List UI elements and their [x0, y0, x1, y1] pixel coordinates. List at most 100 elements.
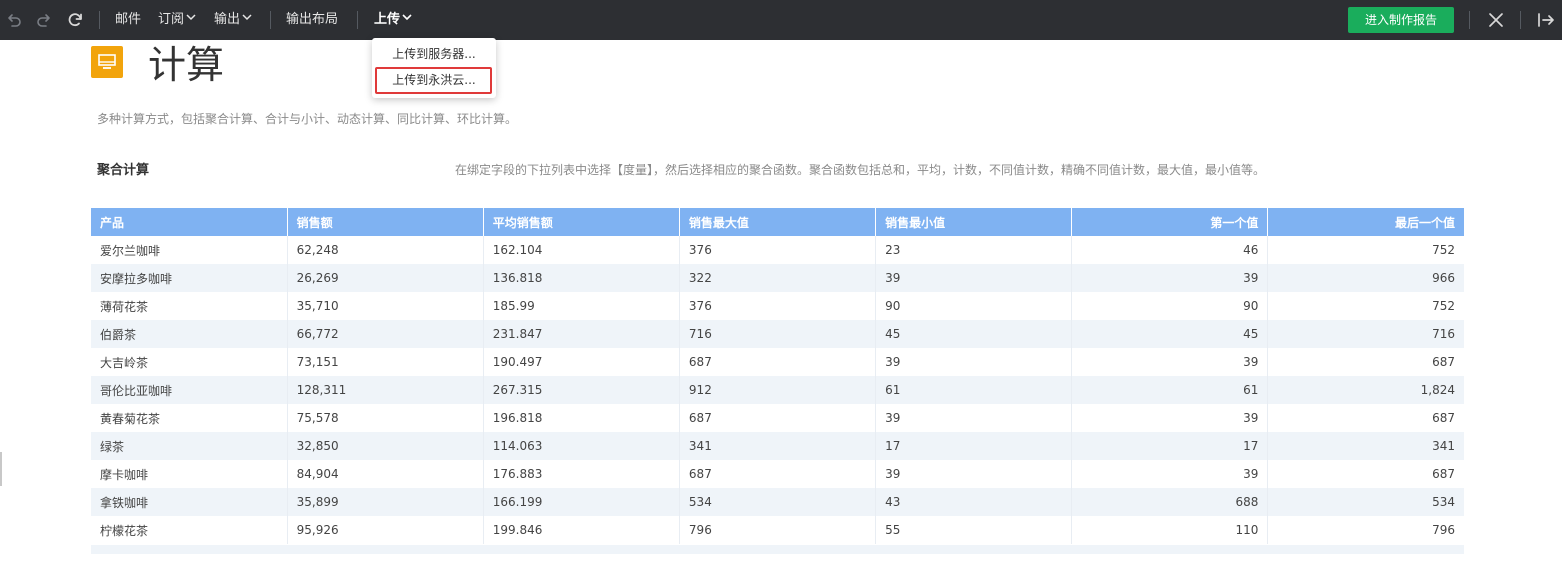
table-row[interactable]: 爱尔兰咖啡 62,248 162.104 376 23 46 752 — [91, 236, 1464, 264]
table-cell: 17 — [875, 432, 1073, 460]
table-cell: 687 — [679, 404, 877, 432]
table-cell: 912 — [679, 376, 877, 404]
table-cell: 39 — [1071, 404, 1269, 432]
table-row[interactable]: 黄春菊花茶 75,578 196.818 687 39 39 687 — [91, 404, 1464, 432]
table-row[interactable]: 安摩拉多咖啡 26,269 136.818 322 39 39 966 — [91, 264, 1464, 292]
table-cell: 716 — [679, 320, 877, 348]
table-row[interactable]: 摩卡咖啡 84,904 176.883 687 39 39 687 — [91, 460, 1464, 488]
table-cell: 190.497 — [483, 348, 680, 376]
table-cell: 45 — [875, 320, 1073, 348]
table-cell: 绿茶 — [91, 432, 288, 460]
table-cell: 55 — [875, 516, 1073, 544]
table-cell: 伯爵茶 — [91, 320, 288, 348]
page-description: 多种计算方式，包括聚合计算、合计与小计、动态计算、同比计算、环比计算。 — [97, 112, 518, 126]
column-header-max-sales[interactable]: 销售最大值 — [679, 208, 877, 236]
table-cell: 176.883 — [483, 460, 680, 488]
table-cell: 39 — [875, 460, 1073, 488]
table-cell: 341 — [1267, 432, 1464, 460]
export-menu-button[interactable]: 输出 — [214, 0, 252, 40]
table-cell: 61 — [875, 376, 1073, 404]
table-cell: 534 — [1267, 488, 1464, 516]
toolbar-divider — [1520, 11, 1521, 29]
column-header-sales[interactable]: 销售额 — [287, 208, 484, 236]
table-cell: 1,824 — [1267, 376, 1464, 404]
table-cell: 安摩拉多咖啡 — [91, 264, 288, 292]
mail-button[interactable]: 邮件 — [115, 0, 141, 40]
table-cell: 大吉岭茶 — [91, 348, 288, 376]
column-header-avg-sales[interactable]: 平均销售额 — [483, 208, 680, 236]
table-cell: 90 — [1071, 292, 1269, 320]
table-cell: 46 — [1071, 236, 1269, 264]
scroll-edge-marker — [0, 452, 2, 486]
column-header-min-sales[interactable]: 销售最小值 — [875, 208, 1073, 236]
table-row[interactable]: 哥伦比亚咖啡 128,311 267.315 912 61 61 1,824 — [91, 376, 1464, 404]
table-cell: 39 — [875, 348, 1073, 376]
table-cell: 23 — [875, 236, 1073, 264]
export-layout-button[interactable]: 输出布局 — [286, 0, 338, 40]
column-header-product[interactable]: 产品 — [91, 208, 288, 236]
column-header-last-value[interactable]: 最后一个值 — [1267, 208, 1464, 236]
upload-to-yonghong-cloud-item[interactable]: 上传到永洪云... — [372, 67, 496, 93]
table-footer-spacer — [91, 545, 1464, 554]
table-cell: 752 — [1432, 299, 1455, 313]
table-cell: 95,926 — [287, 516, 484, 544]
table-cell: 196.818 — [483, 404, 680, 432]
section-description: 在绑定字段的下拉列表中选择【度量】，然后选择相应的聚合函数。聚合函数包括总和，平… — [455, 163, 1266, 177]
table-cell: 39 — [875, 264, 1073, 292]
upload-menu-button[interactable]: 上传 — [374, 0, 412, 40]
table-cell: 爱尔兰咖啡 — [91, 236, 288, 264]
toolbar-divider — [270, 11, 271, 29]
close-icon[interactable] — [1486, 10, 1506, 30]
table-cell: 162.104 — [483, 236, 680, 264]
table-cell: 136.818 — [483, 264, 680, 292]
table-cell: 73,151 — [287, 348, 484, 376]
enter-report-button[interactable]: 进入制作报告 — [1348, 7, 1454, 33]
upload-to-server-item[interactable]: 上传到服务器... — [372, 41, 496, 67]
upload-label: 上传 — [374, 12, 401, 27]
section-title: 聚合计算 — [97, 163, 150, 178]
redo-icon[interactable] — [34, 10, 54, 30]
table-cell: 199.846 — [483, 516, 680, 544]
table-row[interactable]: 大吉岭茶 73,151 190.497 687 39 39 687 — [91, 348, 1464, 376]
table-cell: 376 — [679, 236, 877, 264]
table-cell: 66,772 — [287, 320, 484, 348]
table-cell: 185.99 — [483, 292, 680, 320]
table-cell: 45 — [1071, 320, 1269, 348]
table-cell: 90 — [875, 292, 1073, 320]
table-cell: 39 — [1071, 460, 1269, 488]
upload-dropdown-menu: 上传到服务器... 上传到永洪云... — [372, 38, 496, 98]
table-cell: 341 — [679, 432, 877, 460]
refresh-icon[interactable] — [65, 10, 85, 30]
table-cell: 柠檬花茶 — [91, 516, 288, 544]
table-cell: 黄春菊花茶 — [91, 404, 288, 432]
table-cell: 322 — [679, 264, 877, 292]
toolbar-divider — [1469, 11, 1470, 29]
table-row[interactable]: 绿茶 32,850 114.063 341 17 17 341 — [91, 432, 1464, 460]
table-cell: 752 — [1432, 243, 1455, 257]
table-cell: 716 — [1267, 320, 1464, 348]
table-cell: 61 — [1071, 376, 1269, 404]
subscribe-menu-button[interactable]: 订阅 — [158, 0, 196, 40]
table-cell: 62,248 — [287, 236, 484, 264]
table-cell: 哥伦比亚咖啡 — [91, 376, 288, 404]
table-row[interactable]: 拿铁咖啡 35,899 166.199 534 43 688 534 — [91, 488, 1464, 516]
table-row[interactable]: 薄荷花茶 35,710 185.99 376 90 90 752 — [91, 292, 1464, 320]
table-cell: 39 — [1071, 348, 1269, 376]
undo-icon[interactable] — [4, 10, 24, 30]
table-cell: 薄荷花茶 — [91, 292, 288, 320]
export-label: 输出 — [214, 12, 241, 27]
table-cell: 拿铁咖啡 — [91, 488, 288, 516]
chevron-down-icon — [186, 0, 196, 38]
table-header-row: 产品 销售额 平均销售额 销售最大值 销售最小值 第一个值 最后一个值 — [91, 208, 1464, 236]
table-row[interactable]: 柠檬花茶 95,926 199.846 796 55 110 796 — [91, 516, 1464, 544]
table-cell: 166.199 — [483, 488, 680, 516]
table-cell: 110 — [1071, 516, 1269, 544]
table-cell: 687 — [1432, 411, 1455, 425]
table-cell: 966 — [1267, 264, 1464, 292]
table-cell: 26,269 — [287, 264, 484, 292]
table-row[interactable]: 伯爵茶 66,772 231.847 716 45 45 716 — [91, 320, 1464, 348]
column-header-first-value[interactable]: 第一个值 — [1071, 208, 1269, 236]
table-cell: 796 — [1432, 523, 1455, 537]
table-cell: 39 — [1071, 264, 1269, 292]
exit-icon[interactable] — [1536, 10, 1556, 30]
